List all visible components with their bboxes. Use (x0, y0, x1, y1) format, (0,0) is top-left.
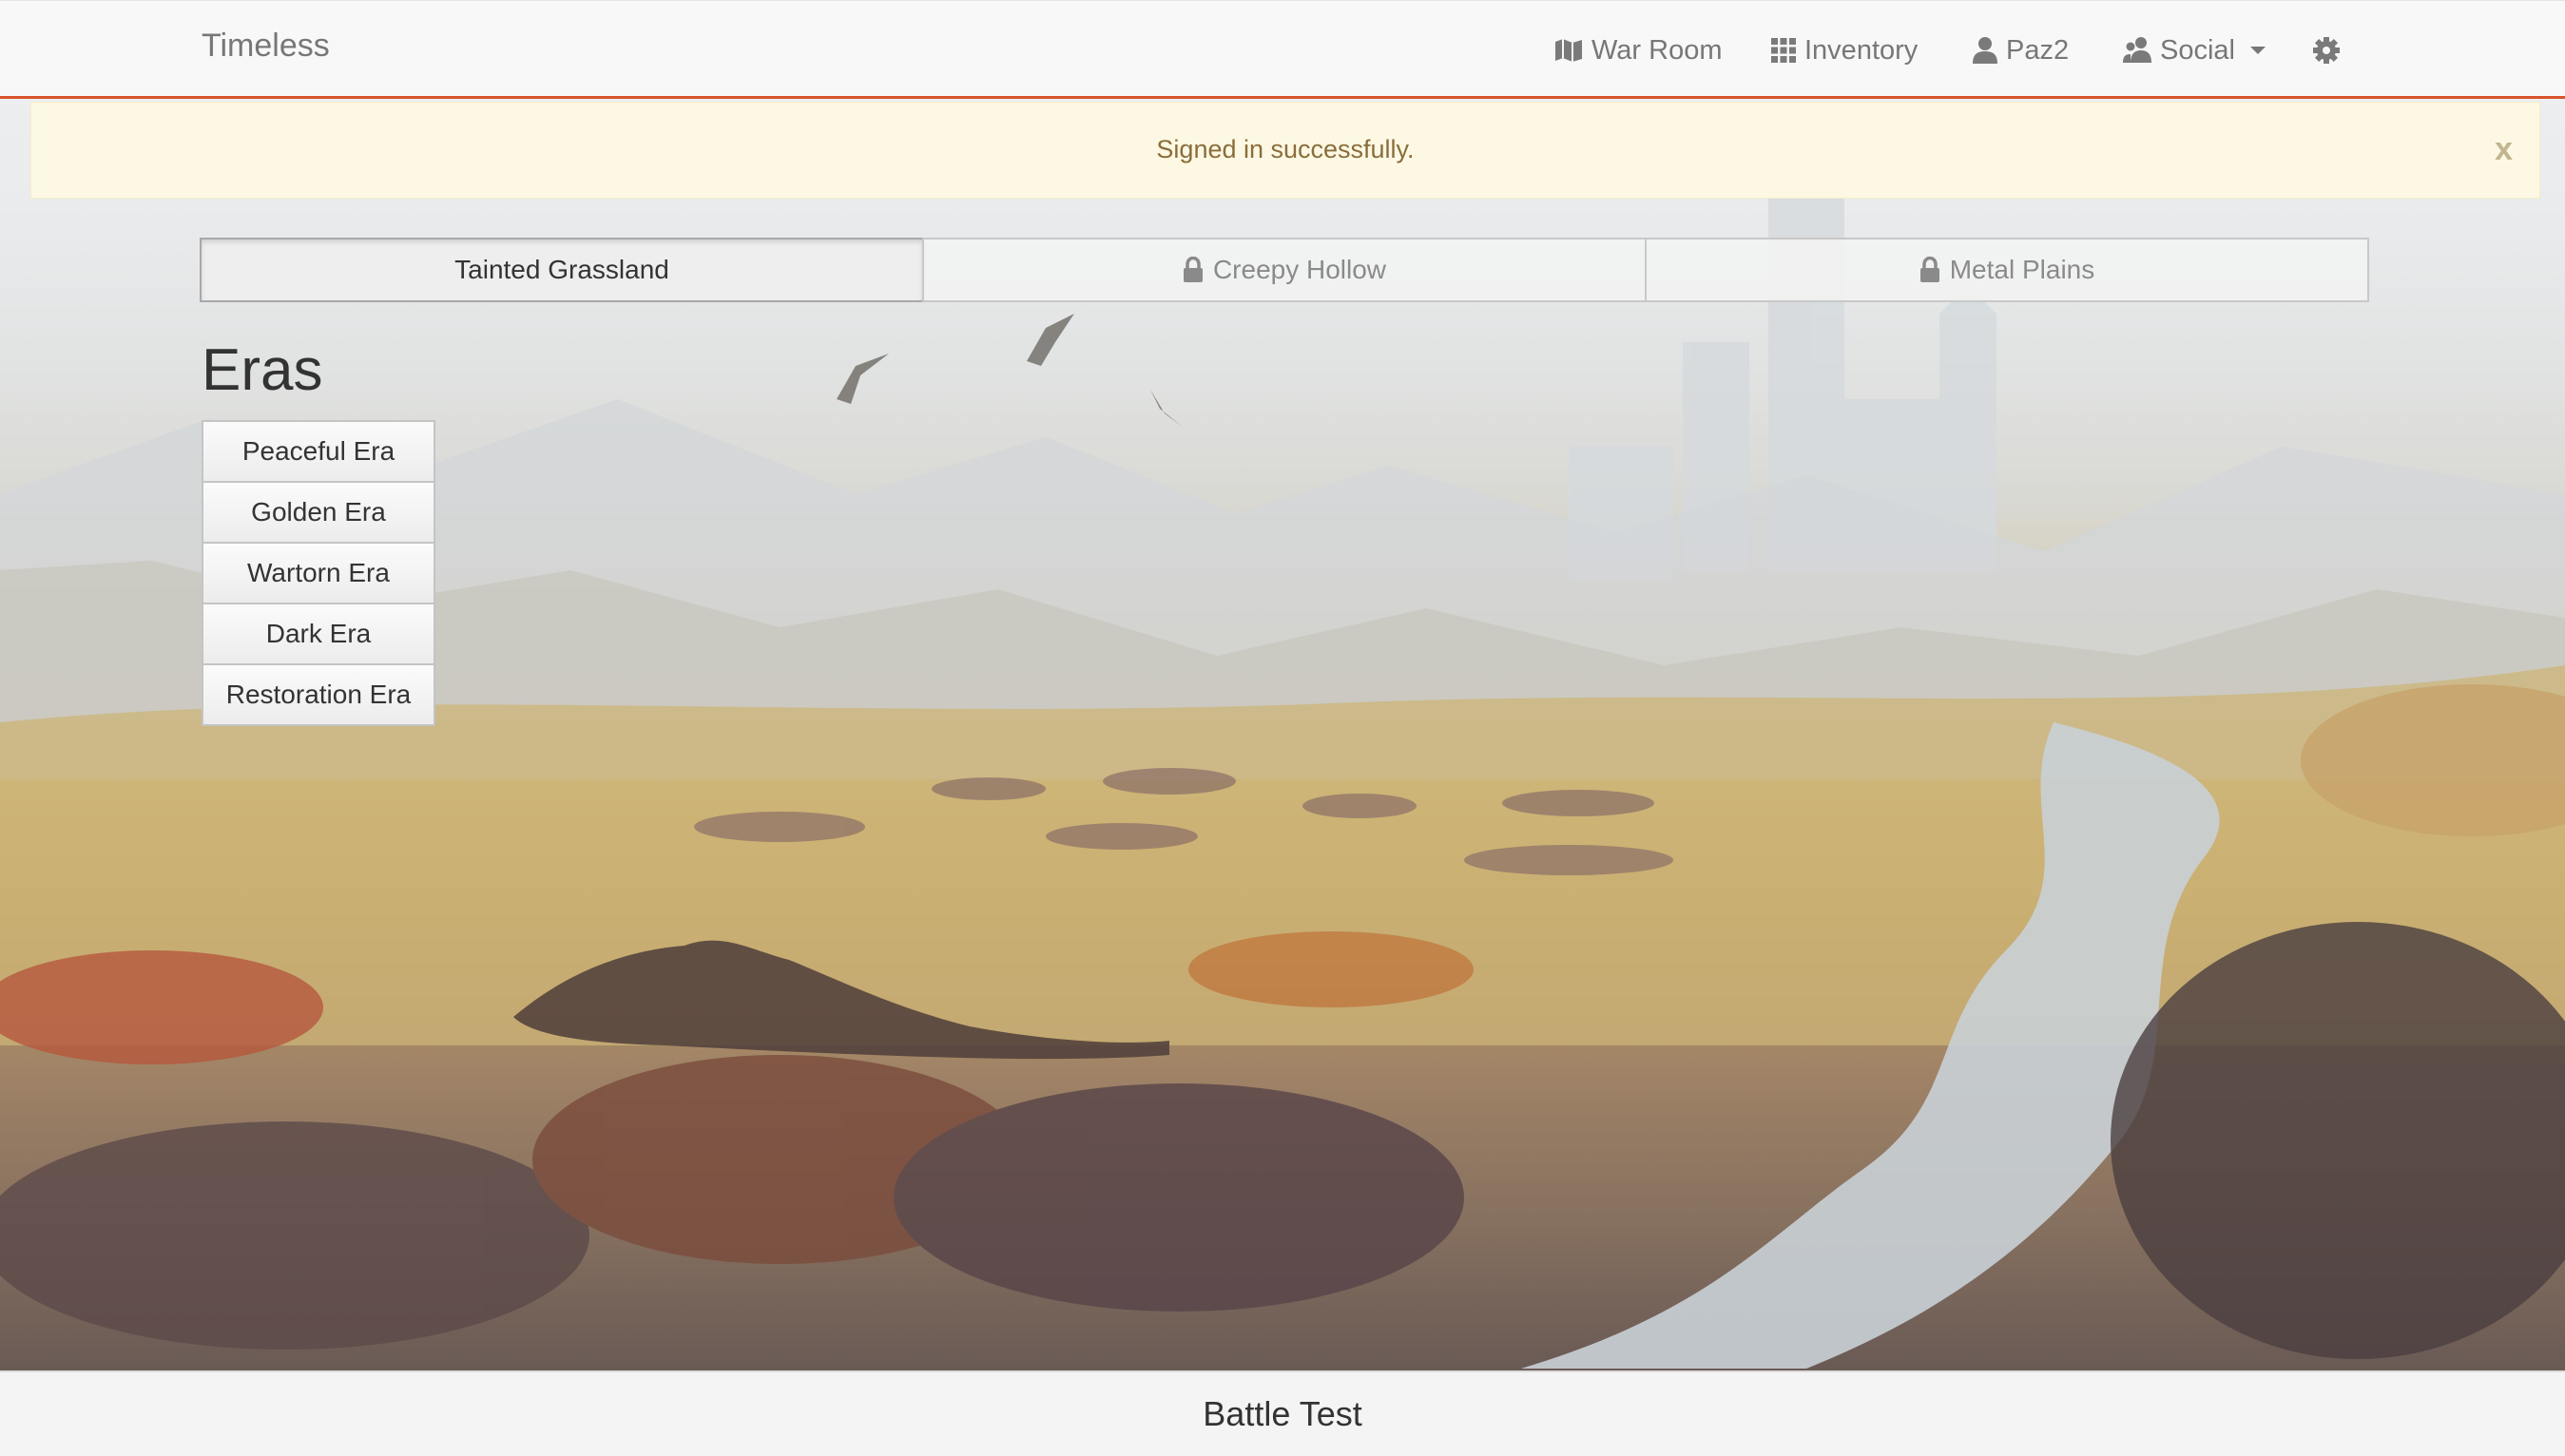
tab-metal-plains-label: Metal Plains (1949, 255, 2095, 284)
alert-message: Signed in successfully. (1156, 135, 1415, 163)
grid-icon (1770, 37, 1797, 64)
map-flag-icon (1553, 38, 1584, 63)
tab-creepy-hollow-label: Creepy Hollow (1212, 255, 1387, 284)
background-landscape (0, 0, 2565, 1456)
chevron-down-icon (2250, 47, 2266, 54)
brand-link[interactable]: Timeless (202, 28, 330, 65)
nav-profile-label: Paz2 (2006, 34, 2070, 66)
era-button-peaceful[interactable]: Peaceful Era (202, 420, 435, 483)
nav-inventory-label: Inventory (1804, 34, 1919, 66)
nav-social-label: Social (2160, 34, 2235, 66)
era-button-wartorn[interactable]: Wartorn Era (202, 542, 435, 604)
battle-test-button[interactable]: Battle Test (0, 1370, 2565, 1456)
tab-tainted-grassland-label: Tainted Grassland (454, 255, 669, 284)
gear-icon (2312, 36, 2341, 65)
landscape-art (0, 171, 2565, 1369)
settings-button[interactable] (2312, 29, 2341, 71)
nav-profile[interactable]: Paz2 (1972, 29, 2069, 71)
tab-metal-plains[interactable]: Metal Plains (1645, 238, 2369, 302)
era-button-restoration[interactable]: Restoration Era (202, 663, 435, 726)
lock-icon (1183, 257, 1204, 283)
region-tabs: Tainted Grassland Creepy Hollow Metal Pl… (200, 238, 2369, 302)
era-button-golden[interactable]: Golden Era (202, 481, 435, 544)
eras-heading: Eras (202, 337, 323, 403)
nav-inventory[interactable]: Inventory (1770, 29, 1918, 71)
nav-war-room-label: War Room (1591, 34, 1723, 66)
era-button-dark[interactable]: Dark Era (202, 603, 435, 665)
lock-icon (1919, 257, 1940, 283)
alert-close-button[interactable]: x (2495, 131, 2513, 168)
tab-tainted-grassland[interactable]: Tainted Grassland (200, 238, 924, 302)
top-navbar: Timeless War Room Inventory Paz2 Social (0, 0, 2565, 99)
tab-creepy-hollow[interactable]: Creepy Hollow (922, 238, 1647, 302)
nav-war-room[interactable]: War Room (1553, 29, 1723, 71)
success-alert: Signed in successfully. x (30, 102, 2540, 199)
users-icon (2122, 36, 2152, 65)
nav-social-dropdown[interactable]: Social (2122, 29, 2266, 71)
user-icon (1972, 36, 1998, 65)
era-list: Peaceful Era Golden Era Wartorn Era Dark… (202, 420, 435, 726)
